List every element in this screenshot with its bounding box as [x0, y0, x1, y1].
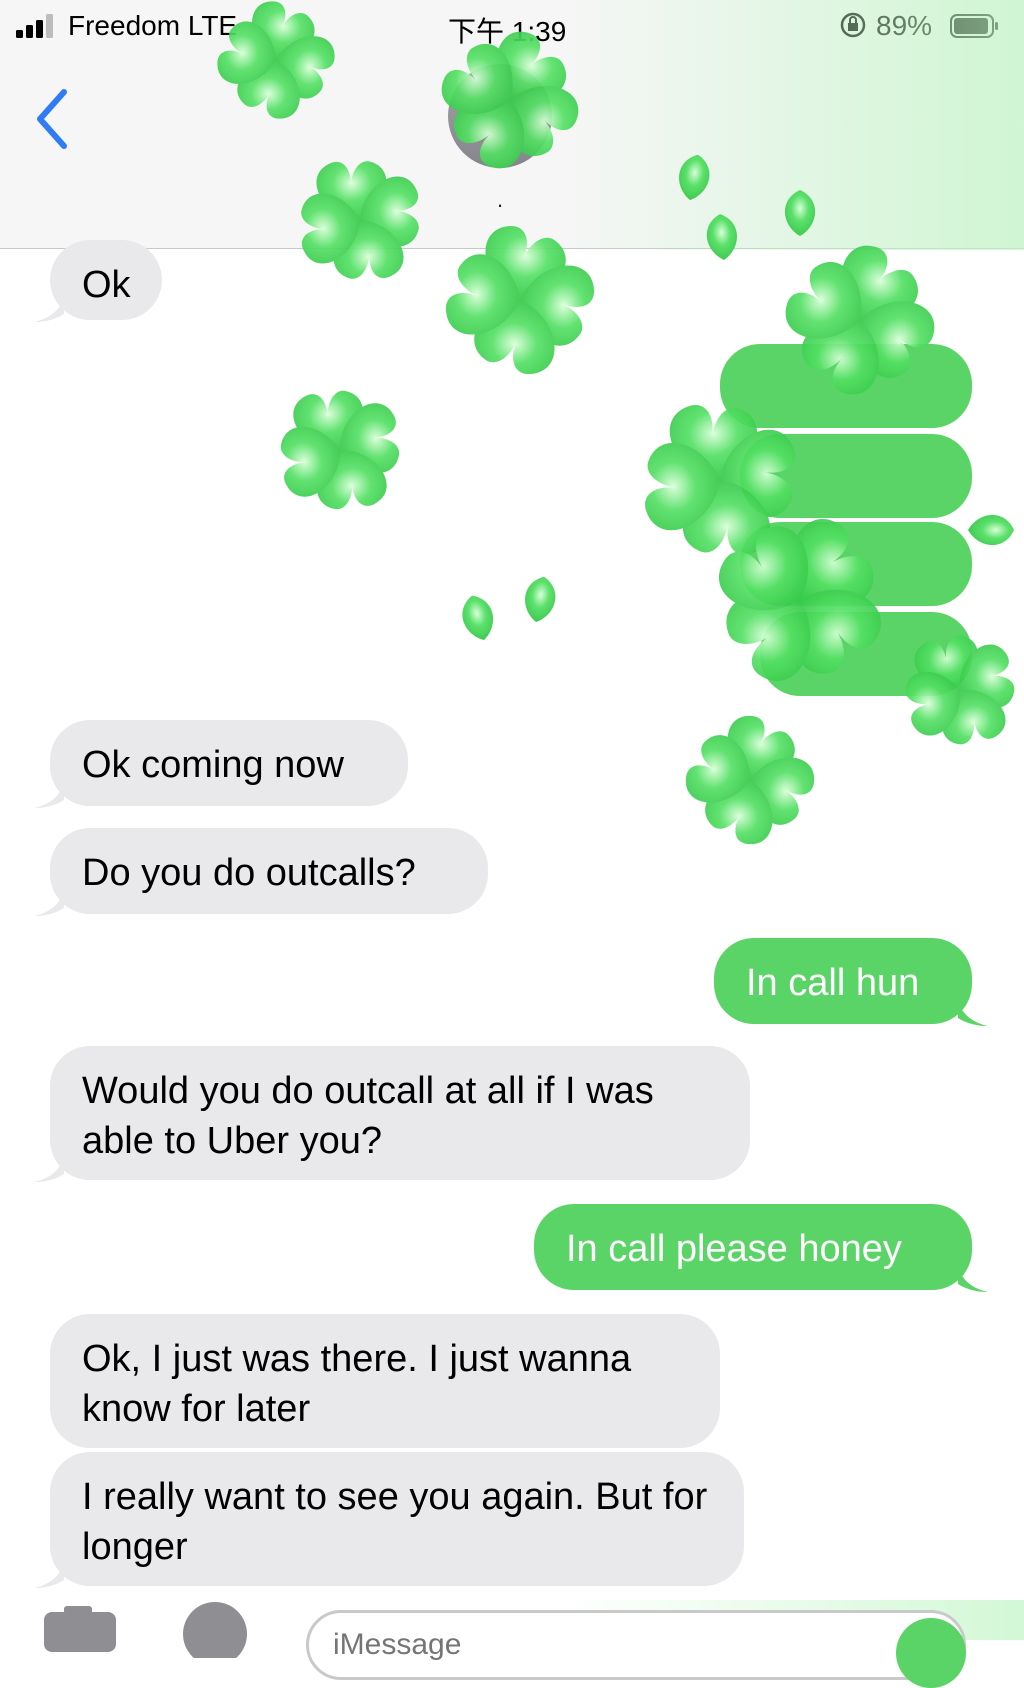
chevron-left-icon [37, 89, 67, 149]
message-bubble-incoming[interactable]: Ok coming now [34, 720, 408, 808]
app-store-icon[interactable] [176, 1598, 254, 1658]
message-bubble-incoming[interactable]: I really want to see you again. But for … [34, 1452, 744, 1588]
message-text: In call please honey [566, 1228, 902, 1270]
battery-percentage: 89% [876, 10, 933, 41]
signal-strength-icon [16, 14, 53, 38]
message-bubble-obscured[interactable] [720, 344, 972, 428]
contact-name[interactable]: · [412, 192, 588, 218]
message-bubble-incoming[interactable]: Ok, I just was there. I just wanna know … [50, 1314, 720, 1448]
message-input[interactable] [306, 1610, 966, 1680]
petal-icon [968, 514, 1014, 546]
contact-avatar[interactable] [448, 64, 552, 168]
bubble-tail [34, 1154, 64, 1182]
message-bubble-obscured[interactable] [760, 612, 972, 696]
message-bubble-obscured[interactable] [740, 522, 972, 606]
send-button[interactable] [896, 1618, 966, 1688]
bubble-tail [958, 1264, 988, 1292]
carrier-label: Freedom LTE [68, 10, 238, 41]
message-text: Would you do outcall at all if I was abl… [82, 1070, 654, 1162]
message-bubble-outgoing[interactable]: In call hun [714, 938, 988, 1026]
message-bubble-incoming[interactable]: Do you do outcalls? [34, 828, 488, 916]
bubble-tail [958, 998, 988, 1026]
message-bubble-incoming[interactable]: Would you do outcall at all if I was abl… [34, 1046, 750, 1182]
bubble-tail [34, 780, 64, 808]
rotation-lock-icon [840, 12, 866, 38]
message-text: Ok coming now [82, 744, 344, 786]
clover-icon [259, 369, 421, 531]
message-text: Ok [82, 264, 131, 306]
clover-icon [673, 703, 827, 857]
back-button[interactable] [30, 86, 80, 152]
status-bar: Freedom LTE 下午 1:39 89% [0, 0, 1024, 50]
petal-icon [457, 591, 499, 644]
petal-icon [521, 574, 559, 625]
message-bubble-outgoing[interactable]: In call please honey [534, 1204, 988, 1292]
message-text: Ok, I just was there. I just wanna know … [82, 1338, 632, 1430]
message-bubble-obscured[interactable] [740, 434, 972, 518]
message-composer [0, 1590, 1024, 1688]
message-text: In call hun [746, 962, 920, 1004]
bubble-tail [34, 1560, 64, 1588]
message-text: I really want to see you again. But for … [82, 1476, 708, 1568]
bubble-tail [34, 888, 64, 916]
status-time: 下午 1:39 [448, 16, 567, 47]
bubble-tail [34, 294, 64, 322]
message-bubble-incoming[interactable]: Ok [34, 240, 162, 322]
message-text: Do you do outcalls? [82, 852, 416, 894]
camera-icon[interactable] [40, 1602, 120, 1652]
battery-icon [950, 14, 998, 38]
